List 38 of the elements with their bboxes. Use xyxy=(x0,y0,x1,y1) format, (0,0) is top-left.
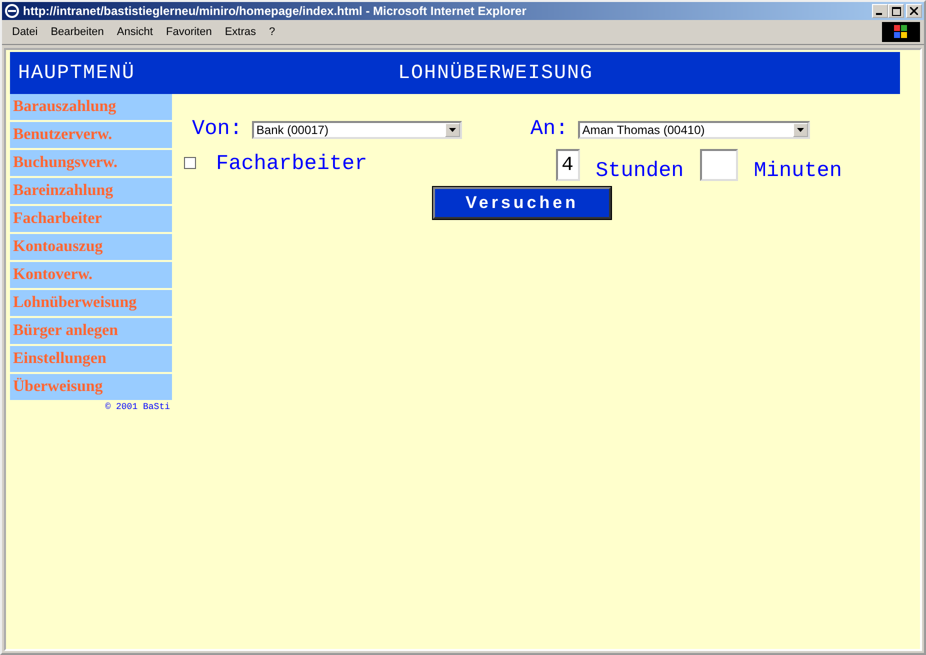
sidebar-link[interactable]: Kontoverw. xyxy=(10,262,172,288)
close-button[interactable] xyxy=(906,4,922,18)
menu-item[interactable]: Ansicht xyxy=(110,26,160,38)
window-title: http://intranet/bastistieglerneu/miniro/homepage/index.html - Microsoft Internet Explorer xyxy=(23,4,526,18)
sidebar-link[interactable]: Benutzerverw. xyxy=(10,122,172,148)
close-icon xyxy=(910,7,918,15)
minimize-button[interactable] xyxy=(872,4,888,18)
from-label: Von: xyxy=(192,118,242,141)
maximize-button[interactable] xyxy=(888,4,904,18)
minutes-field[interactable] xyxy=(700,149,738,181)
hours-field[interactable]: 4 xyxy=(556,149,580,181)
menu-item[interactable]: Bearbeiten xyxy=(44,26,111,38)
windows-logo-icon xyxy=(882,22,920,42)
minutes-label: Minuten xyxy=(754,160,842,183)
to-label: An: xyxy=(530,118,568,141)
sidebar-link[interactable]: Überweisung xyxy=(10,374,172,400)
maximize-icon xyxy=(892,6,900,16)
checkbox-label: Facharbeiter xyxy=(216,153,368,176)
sidebar-link[interactable]: Bürger anlegen xyxy=(10,318,172,344)
from-dropdown[interactable]: Bank (00017) xyxy=(252,120,462,138)
sidebar-link[interactable]: Buchungsverw. xyxy=(10,150,172,176)
sidebar-link[interactable]: Einstellungen xyxy=(10,346,172,372)
sidebar-link[interactable]: Kontoauszug xyxy=(10,234,172,260)
sidebar-link[interactable]: Barauszahlung xyxy=(10,94,172,120)
hours-label: Stunden xyxy=(596,160,684,183)
menu-item[interactable]: ? xyxy=(263,26,282,38)
page-heading: LOHNÜBERWEISUNG xyxy=(398,62,594,84)
menu-heading: HAUPTMENÜ xyxy=(18,62,136,84)
sidebar-link[interactable]: Facharbeiter xyxy=(10,206,172,232)
copyright-text: © 2001 BaSti xyxy=(105,402,170,412)
sidebar-link[interactable]: Bareinzahlung xyxy=(10,178,172,204)
submit-button[interactable]: Versuchen xyxy=(433,187,611,219)
to-dropdown[interactable]: Aman Thomas (00410) xyxy=(578,120,810,138)
checkbox[interactable] xyxy=(184,157,196,169)
menu-item[interactable]: Favoriten xyxy=(160,26,219,38)
menu-item[interactable]: Datei xyxy=(6,26,45,38)
menu-item[interactable]: Extras xyxy=(218,26,264,38)
sidebar-link[interactable]: Lohnüberweisung xyxy=(10,290,172,316)
